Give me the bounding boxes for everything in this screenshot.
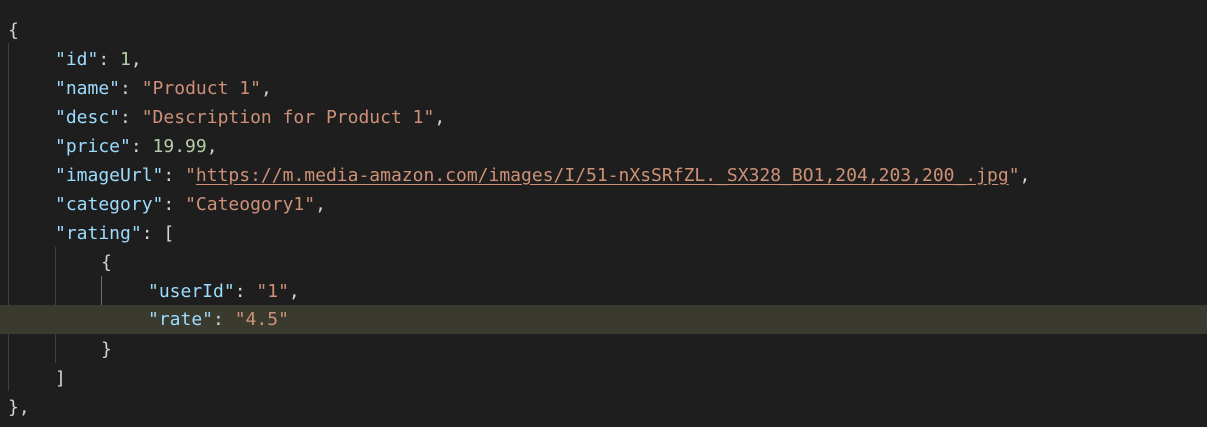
json-key-rate: "rate" [148,309,214,330]
code-line-current[interactable]: "rate": "4.5" [0,305,1207,334]
code-line[interactable]: "desc": "Description for Product 1", [0,103,1207,132]
code-line[interactable]: "rating": [ [0,219,1207,248]
json-key-rating: "rating" [55,223,142,244]
json-value-rate: "4.5" [234,309,289,330]
json-value-desc: "Description for Product 1" [141,107,435,128]
array-open-bracket: [ [163,223,175,244]
json-value-id: 1 [120,49,131,70]
code-line[interactable]: { [0,16,1207,45]
json-value-userId: "1" [256,281,289,302]
json-value-imageUrl-link[interactable]: https://m.media-amazon.com/images/I/51-n… [196,165,1009,186]
json-key-name: "name" [55,78,121,99]
json-key-userId: "userId" [148,281,235,302]
json-key-id: "id" [55,49,99,70]
json-key-price: "price" [55,136,131,157]
json-value-category: "Cateogory1" [185,194,316,215]
json-key-desc: "desc" [55,107,121,128]
code-line[interactable]: "userId": "1", [0,277,1207,306]
inner-close-brace: } [101,339,112,360]
code-line[interactable]: "name": "Product 1", [0,74,1207,103]
json-key-imageUrl: "imageUrl" [55,165,164,186]
inner-open-brace: { [101,252,112,273]
open-brace: { [8,20,19,41]
json-value-name: "Product 1" [141,78,261,99]
code-line[interactable]: "imageUrl": "https://m.media-amazon.com/… [0,161,1207,190]
code-line[interactable]: "id": 1, [0,45,1207,74]
code-line[interactable]: ] [0,364,1207,393]
close-brace: }, [8,397,30,418]
array-close-bracket: ] [55,368,66,389]
code-line[interactable]: "category": "Cateogory1", [0,190,1207,219]
json-value-price: 19.99 [152,136,207,157]
code-line[interactable]: } [0,335,1207,364]
code-line[interactable]: "price": 19.99, [0,132,1207,161]
code-line[interactable]: }, [0,393,1207,422]
code-line[interactable]: { [0,248,1207,277]
json-key-category: "category" [55,194,164,215]
code-editor[interactable]: { "id": 1, "name": "Product 1", "desc": … [0,0,1207,427]
